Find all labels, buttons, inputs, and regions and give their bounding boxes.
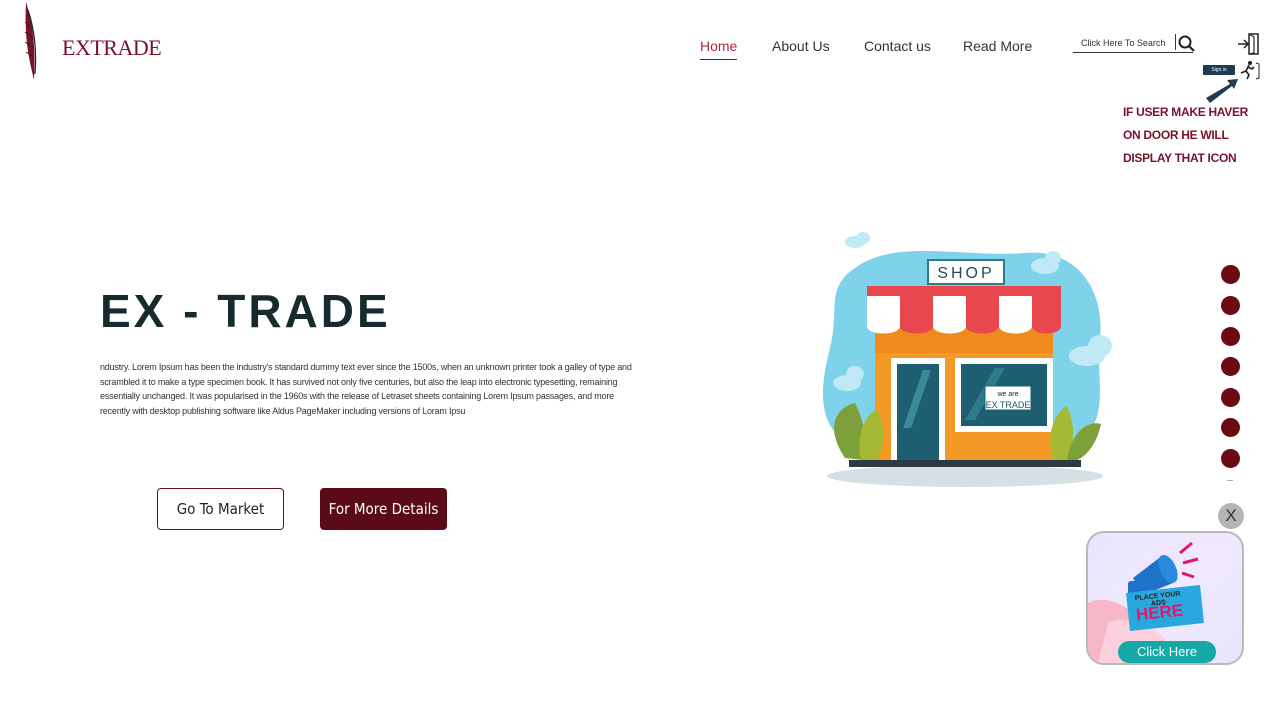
go-to-market-button[interactable]: Go To Market <box>157 488 284 530</box>
pager-dot[interactable] <box>1221 449 1240 468</box>
pager-dot[interactable] <box>1221 296 1240 315</box>
pager-dot[interactable] <box>1221 357 1240 376</box>
ad-click-here-button[interactable]: Click Here <box>1118 641 1216 663</box>
hero-title: EX - TRADE <box>100 285 391 337</box>
signin-button[interactable] <box>1237 32 1261 56</box>
shop-sign-text: SHOP <box>937 265 994 282</box>
nav-contact-us[interactable]: Contact us <box>864 38 931 54</box>
logo[interactable]: EXTRADE <box>22 2 162 82</box>
signin-tooltip: Sign in <box>1203 65 1235 75</box>
search-divider <box>1175 34 1176 50</box>
pointer-arrow-icon <box>1204 76 1238 104</box>
search-input[interactable] <box>1073 36 1183 50</box>
running-door-icon <box>1238 60 1260 80</box>
nav-about-us[interactable]: About Us <box>772 38 830 54</box>
search-icon <box>1178 35 1195 52</box>
ad-close-button[interactable]: X <box>1218 503 1244 529</box>
ad-banner[interactable]: PLACE YOUR ADS HERE Click Here <box>1086 531 1244 665</box>
nav-read-more[interactable]: Read More <box>963 38 1032 54</box>
logo-text: EXTRADE <box>62 35 162 60</box>
nav-home[interactable]: Home <box>700 38 738 60</box>
hover-annotation: IF USER MAKE HAVER ON DOOR HE WILL DISPL… <box>1123 105 1249 165</box>
pager-dot[interactable] <box>1221 265 1240 284</box>
search-button[interactable] <box>1177 34 1197 54</box>
pager-divider <box>1227 480 1233 481</box>
window-sign-line1: we are <box>996 391 1018 398</box>
hero-description: ndustry. Lorem Ipsum has been the indust… <box>100 362 632 416</box>
door-enter-icon <box>1238 33 1259 55</box>
shop-illustration: SHOP we are EX TRADE <box>815 228 1130 493</box>
search-box <box>1073 34 1193 53</box>
window-sign-line2: EX TRADE <box>986 400 1031 410</box>
pager-dot[interactable] <box>1221 327 1240 346</box>
pager-dot[interactable] <box>1221 418 1240 437</box>
more-details-button[interactable]: For More Details <box>320 488 447 530</box>
pager-dot[interactable] <box>1221 388 1240 407</box>
